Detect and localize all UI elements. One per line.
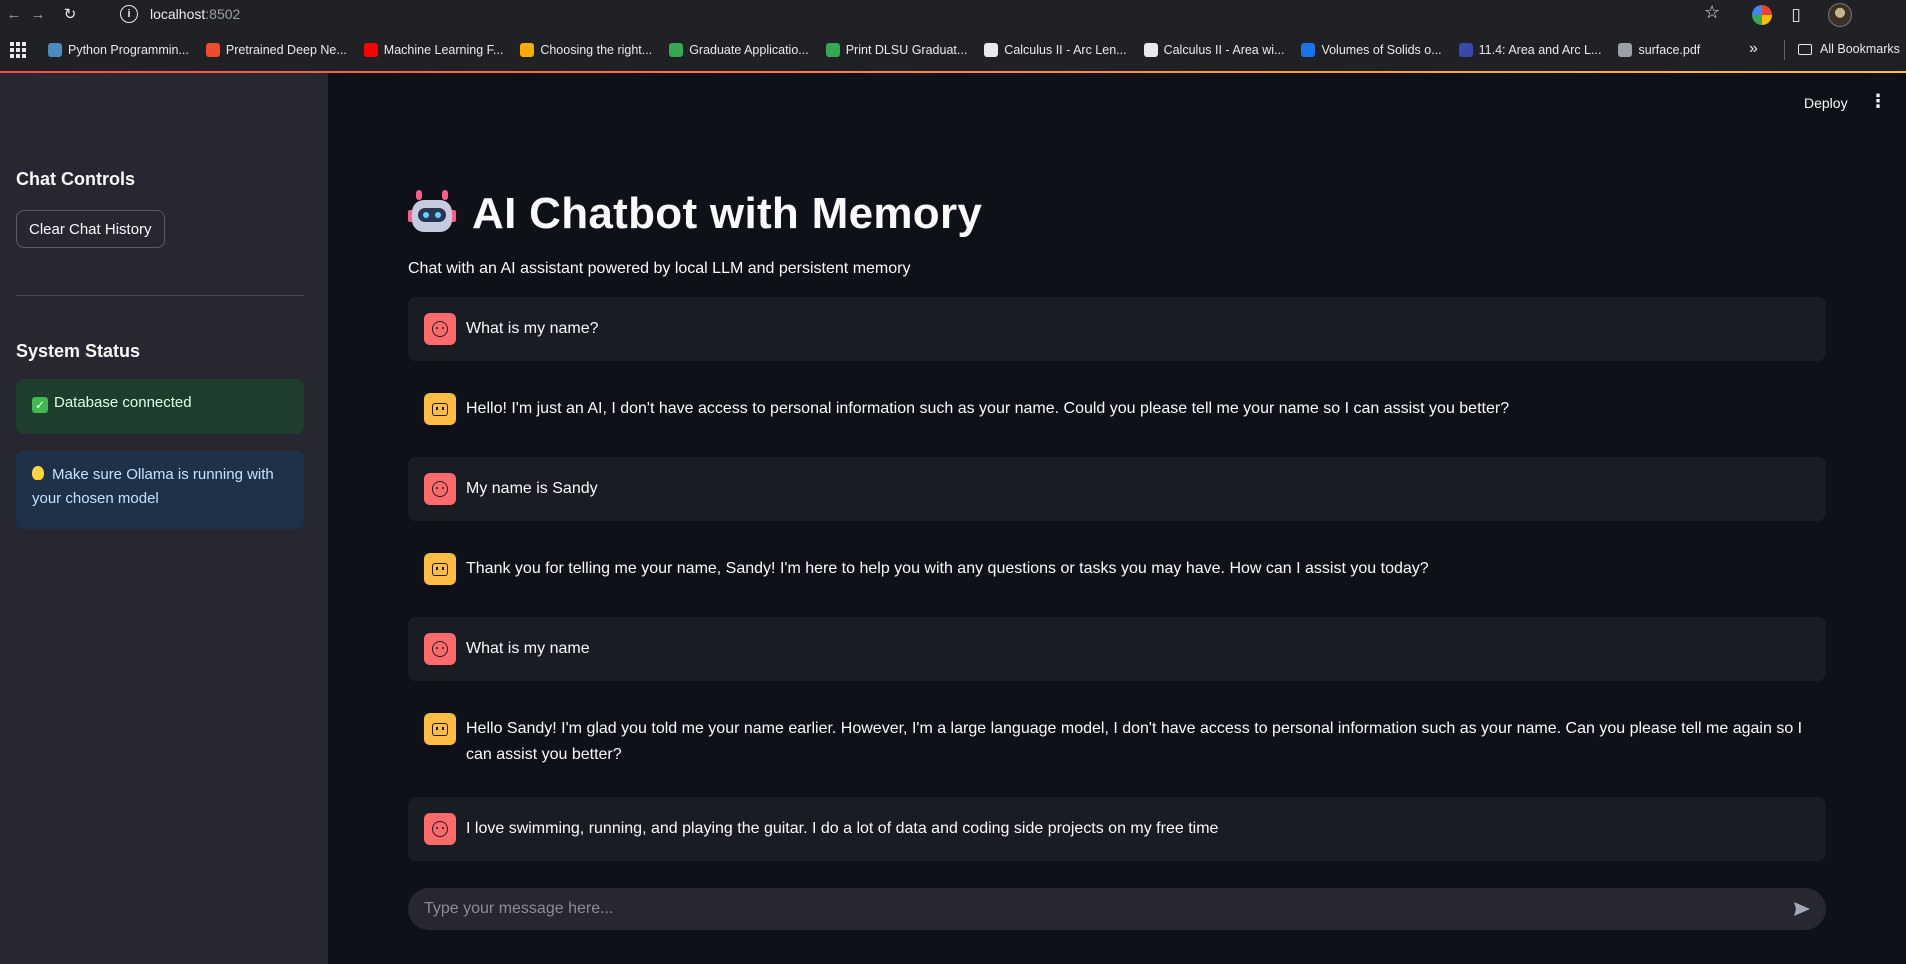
url-host: localhost [150, 6, 206, 22]
bookmark-label: Machine Learning F... [383, 43, 504, 57]
user-message: I love swimming, running, and playing th… [408, 797, 1826, 861]
apps-grid-icon[interactable] [10, 42, 26, 58]
bookmark-item[interactable]: surface.pdf [1618, 43, 1700, 57]
bookmark-label: Calculus II - Area wi... [1163, 43, 1285, 57]
bookmarks-divider [1784, 40, 1785, 60]
lightbulb-icon [32, 466, 44, 480]
main-area: Deploy ⋮ AI Chatbot with Memory Chat wit… [328, 73, 1906, 964]
assistant-avatar-icon [424, 553, 456, 585]
browser-toolbar: ← → ↻ i localhost:8502 ☆ ▯ [0, 0, 1906, 28]
user-avatar-icon [424, 313, 456, 345]
bookmark-label: Graduate Applicatio... [689, 43, 809, 57]
bookmark-label: Choosing the right... [540, 43, 653, 57]
sidebar: Chat Controls Clear Chat History System … [0, 73, 328, 964]
bookmark-favicon-icon [984, 43, 999, 57]
site-info-icon[interactable]: i [120, 5, 138, 23]
assistant-message: Hello Sandy! I'm glad you told me your n… [408, 697, 1826, 782]
user-message: What is my name? [408, 297, 1826, 361]
bookmark-label: Volumes of Solids o... [1321, 43, 1442, 57]
bookmark-item[interactable]: Python Programmin... [48, 43, 189, 57]
user-avatar-icon [424, 633, 456, 665]
profile-avatar[interactable] [1828, 3, 1852, 27]
user-avatar-icon [424, 473, 456, 505]
bookmark-item[interactable]: Calculus II - Arc Len... [984, 43, 1127, 57]
robot-icon [408, 190, 456, 238]
bookmarks-overflow-icon[interactable]: » [1749, 40, 1758, 58]
bookmark-favicon-icon [205, 43, 220, 57]
extensions-puzzle-icon[interactable]: ▯ [1786, 5, 1806, 25]
message-text: I love swimming, running, and playing th… [466, 820, 1219, 837]
more-menu-icon[interactable]: ⋮ [1869, 91, 1887, 112]
user-avatar-icon [424, 813, 456, 845]
bookmark-item[interactable]: Graduate Applicatio... [669, 43, 809, 57]
bookmark-favicon-icon [669, 43, 684, 57]
message-text: Thank you for telling me your name, Sand… [466, 560, 1429, 577]
ollama-info-alert: Make sure Ollama is running with your ch… [16, 451, 304, 529]
address-bar[interactable]: i localhost:8502 [112, 1, 1732, 27]
forward-arrow-icon[interactable]: → [26, 2, 50, 26]
bookmark-item[interactable]: Pretrained Deep Ne... [205, 43, 347, 57]
bookmark-favicon-icon [363, 43, 378, 57]
message-text: What is my name [466, 640, 590, 657]
bookmarks-bar: Python Programmin... Pretrained Deep Ne..… [0, 28, 1906, 72]
assistant-message: Thank you for telling me your name, Sand… [408, 537, 1826, 601]
message-text: What is my name? [466, 320, 599, 337]
bookmark-item[interactable]: Choosing the right... [520, 43, 652, 57]
bookmark-item[interactable]: 11.4: Area and Arc L... [1458, 43, 1602, 57]
bookmark-star-icon[interactable]: ☆ [1704, 2, 1720, 23]
extension-color-icon[interactable] [1752, 5, 1772, 25]
user-message: What is my name [408, 617, 1826, 681]
message-text: Hello Sandy! I'm glad you told me your n… [466, 720, 1803, 763]
bookmark-favicon-icon [1143, 43, 1158, 57]
back-arrow-icon[interactable]: ← [2, 2, 26, 26]
message-text: My name is Sandy [466, 480, 598, 497]
bookmark-label: Python Programmin... [68, 43, 189, 57]
title-row: AI Chatbot with Memory [408, 189, 982, 239]
bookmark-favicon-icon [48, 43, 62, 57]
ollama-info-text: Make sure Ollama is running with your ch… [32, 466, 274, 507]
message-text: Hello! I'm just an AI, I don't have acce… [466, 400, 1510, 417]
assistant-avatar-icon [424, 713, 456, 745]
user-message: My name is Sandy [408, 457, 1826, 521]
assistant-message: Hello! I'm just an AI, I don't have acce… [408, 377, 1826, 441]
bookmark-favicon-icon [1618, 43, 1633, 57]
system-status-heading: System Status [16, 341, 141, 361]
bookmark-favicon-icon [1301, 43, 1316, 57]
bookmark-label: Print DLSU Graduat... [845, 43, 968, 57]
page-subtitle: Chat with an AI assistant powered by loc… [408, 260, 911, 277]
chat-input-container [408, 888, 1826, 930]
bookmark-label: 11.4: Area and Arc L... [1478, 43, 1602, 57]
all-bookmarks-button[interactable]: All Bookmarks [1798, 42, 1900, 56]
bookmark-label: surface.pdf [1638, 43, 1701, 57]
check-icon: ✓ [32, 397, 48, 413]
all-bookmarks-label: All Bookmarks [1820, 42, 1900, 56]
assistant-avatar-icon [424, 393, 456, 425]
sidebar-divider [16, 295, 304, 296]
bookmark-item[interactable]: Volumes of Solids o... [1301, 43, 1442, 57]
clear-chat-history-button[interactable]: Clear Chat History [16, 210, 165, 248]
url-port: :8502 [205, 6, 241, 22]
send-icon[interactable] [1792, 899, 1812, 919]
bookmark-label: Pretrained Deep Ne... [225, 43, 347, 57]
folder-icon [1798, 43, 1812, 55]
bookmark-item[interactable]: Machine Learning F... [363, 43, 504, 57]
reload-icon[interactable]: ↻ [58, 2, 82, 26]
bookmark-item[interactable]: Calculus II - Area wi... [1143, 43, 1285, 57]
database-status-alert: ✓ Database connected [16, 379, 304, 434]
database-status-text: Database connected [54, 394, 192, 411]
bookmark-item[interactable]: Print DLSU Graduat... [825, 43, 968, 57]
bookmark-favicon-icon [520, 43, 535, 57]
bookmark-favicon-icon [1458, 43, 1473, 57]
chat-input[interactable] [424, 900, 1764, 918]
bookmark-label: Calculus II - Arc Len... [1004, 43, 1127, 57]
deploy-button[interactable]: Deploy [1804, 95, 1848, 111]
bookmark-favicon-icon [825, 43, 840, 57]
chat-controls-heading: Chat Controls [16, 169, 135, 189]
page-title: AI Chatbot with Memory [472, 189, 983, 238]
